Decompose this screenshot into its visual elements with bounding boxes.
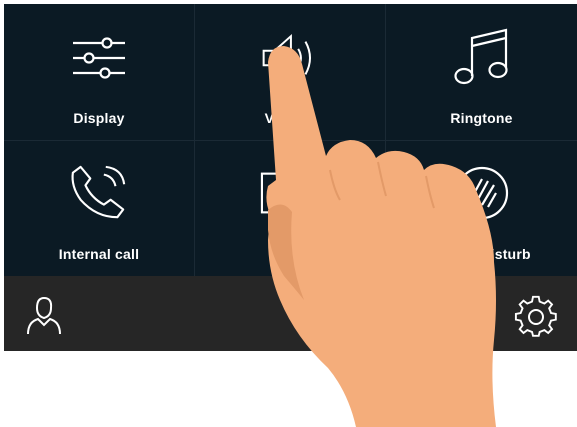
- tile-ringtone-label: Ringtone: [450, 110, 513, 126]
- music-note-icon: [452, 28, 512, 88]
- gear-icon[interactable]: [514, 294, 557, 337]
- tile-video-label: Video: [270, 246, 310, 262]
- intercom-screen: Display Volume Ringtone Internal call Vi…: [4, 4, 577, 351]
- tile-ringtone[interactable]: Ringtone: [386, 4, 577, 141]
- tile-display[interactable]: Display: [4, 4, 195, 141]
- menu-grid: Display Volume Ringtone Internal call Vi…: [4, 4, 577, 276]
- hand-icon: [452, 163, 512, 223]
- bottom-bar: [4, 276, 577, 351]
- tile-do-not-disturb-label: Do not disturb: [432, 246, 531, 262]
- video-icon: [260, 163, 320, 223]
- user-icon[interactable]: [24, 294, 64, 336]
- tile-internal-call-label: Internal call: [58, 246, 140, 262]
- tile-display-label: Display: [73, 110, 125, 126]
- tile-volume-label: Volume: [264, 110, 316, 126]
- speaker-icon: [260, 28, 320, 88]
- sliders-icon: [69, 28, 129, 88]
- tile-volume[interactable]: Volume: [195, 4, 386, 141]
- tile-video[interactable]: Video: [195, 141, 386, 276]
- phone-ringing-icon: [69, 163, 129, 223]
- tile-do-not-disturb[interactable]: Do not disturb: [386, 141, 577, 276]
- tile-internal-call[interactable]: Internal call: [4, 141, 195, 276]
